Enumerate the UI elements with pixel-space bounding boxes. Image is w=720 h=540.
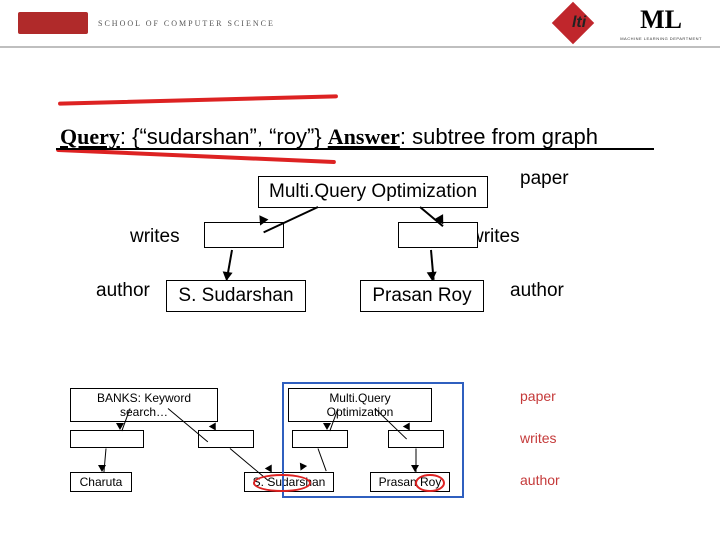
small-author-label: author [520,472,560,488]
arrowhead-icon [427,272,438,282]
small-writes-box [70,430,144,448]
arrowhead-icon [98,465,106,472]
small-charuta-node: Charuta [70,472,132,492]
small-paper-label: paper [520,388,556,404]
keyword-match-highlight [415,474,445,492]
small-writes-box [198,430,254,448]
author-sudarshan-node: S. Sudarshan [166,280,306,312]
small-banks-node: BANKS: Keyword search… [70,388,218,422]
cmu-logo-icon [18,12,88,34]
author-roy-node: Prasan Roy [360,280,484,312]
title-underline [56,148,654,152]
ml-logo-icon: ML MACHINE LEARNING DEPARTMENT [620,5,702,41]
author-right-label: author [510,280,564,302]
writes-left-label: writes [130,226,180,248]
paper-node: Multi.Query Optimization [258,176,488,208]
header-right: lti ML MACHINE LEARNING DEPARTMENT [558,5,702,41]
arrowhead-icon [221,271,232,281]
query-answer-line: Query: {“sudarshan”, “roy”} Answer: subt… [60,124,650,150]
school-name: SCHOOL OF COMPUTER SCIENCE [98,19,275,28]
header-left: SCHOOL OF COMPUTER SCIENCE [18,12,275,34]
arrowhead-icon [116,423,124,430]
small-writes-label: writes [520,430,557,446]
header-bar: SCHOOL OF COMPUTER SCIENCE lti ML MACHIN… [0,0,720,48]
lti-logo-icon: lti [558,8,606,38]
keyword-match-highlight [253,474,311,492]
graph-edge [263,206,318,233]
paper-label: paper [520,168,569,190]
author-left-label: author [96,280,150,302]
red-highlight-stroke [58,94,338,105]
